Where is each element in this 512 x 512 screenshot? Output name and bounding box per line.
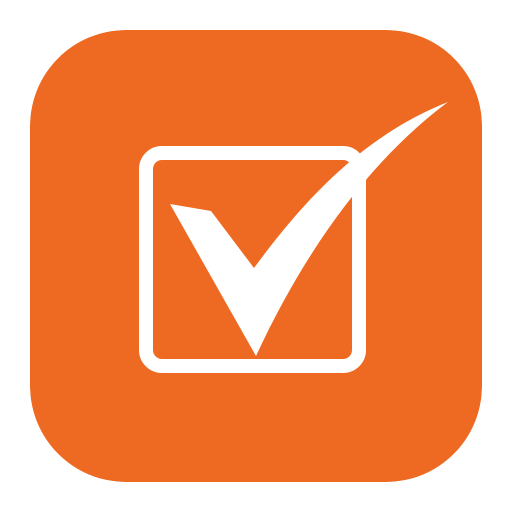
icon-background <box>30 30 482 482</box>
icon-canvas <box>0 0 512 512</box>
app-icon[interactable] <box>30 30 482 482</box>
checkbox-checkmark-icon <box>30 30 482 482</box>
